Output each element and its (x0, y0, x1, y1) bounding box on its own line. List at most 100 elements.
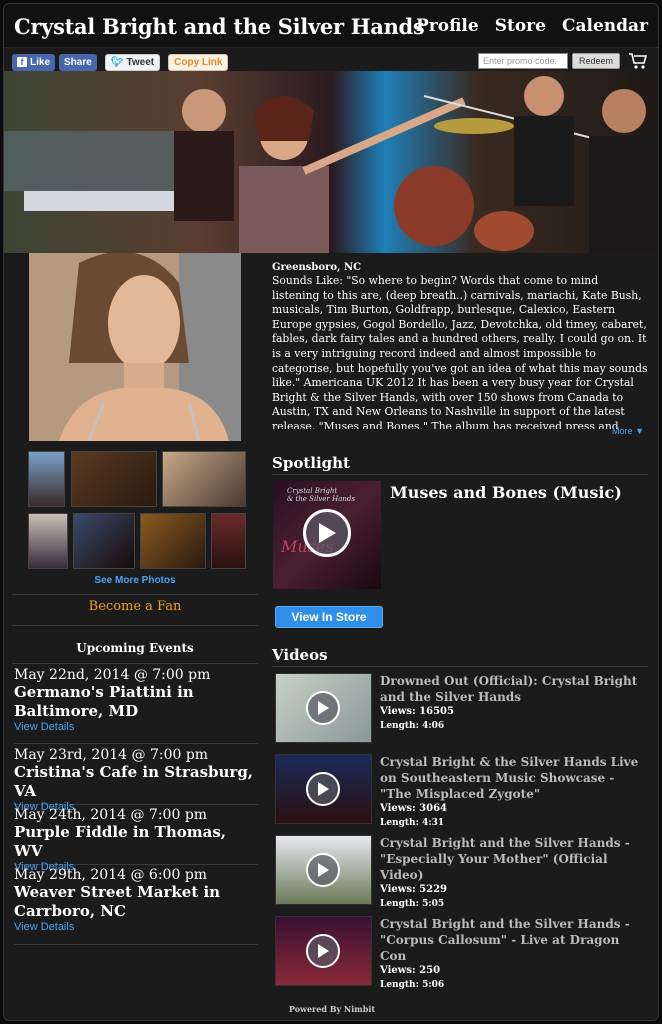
copy-link-button[interactable]: Copy Link (168, 53, 229, 71)
nav-calendar[interactable]: Calendar (562, 16, 648, 36)
event-item: May 24th, 2014 @ 7:00 pm Purple Fiddle i… (14, 807, 258, 873)
event-venue: Weaver Street Market in Carrboro, NC (14, 883, 221, 920)
main-content: Greensboro, NC Sounds Like: "So where to… (272, 262, 648, 990)
video-length: Length: 4:06 (380, 719, 646, 733)
video-length: Length: 4:31 (380, 816, 646, 830)
facebook-icon: f (17, 57, 27, 67)
photo-thumbnail[interactable] (140, 513, 206, 569)
event-venue: Purple Fiddle in Thomas, WV (14, 823, 226, 860)
cover-line: Crystal Bright (287, 487, 338, 495)
video-title[interactable]: Drowned Out (Official): Crystal Bright a… (380, 673, 646, 733)
event-venue: Cristina's Cafe in Strasburg, VA (14, 763, 254, 800)
event-date: May 22nd, 2014 @ 7:00 pm (14, 667, 211, 683)
length-value: 5:05 (422, 899, 445, 909)
twitter-bird-icon: 🐦︎ (110, 56, 124, 68)
nav-profile[interactable]: Profile (416, 16, 479, 36)
triangle-down-icon: ▼ (635, 426, 644, 436)
see-more-photos-link[interactable]: See More Photos (12, 575, 258, 586)
spotlight-album-cover[interactable]: Crystal Bright& the Silver Hands Muses (273, 481, 381, 589)
facebook-share-button[interactable]: Share (59, 53, 97, 71)
main-nav: Profile Store Calendar (416, 16, 648, 36)
play-icon[interactable] (306, 853, 340, 887)
length-label: Length: (380, 899, 419, 909)
event-date: May 23rd, 2014 @ 7:00 pm (14, 747, 209, 763)
video-item: Drowned Out (Official): Crystal Bright a… (272, 673, 648, 747)
video-item: Crystal Bright and the Silver Hands - "C… (272, 916, 648, 990)
view-details-link[interactable]: View Details (14, 921, 258, 933)
view-in-store-button[interactable]: View In Store (275, 606, 383, 628)
video-title[interactable]: Crystal Bright and the Silver Hands - "C… (380, 916, 646, 992)
spotlight-heading: Spotlight (272, 454, 648, 475)
video-title[interactable]: Crystal Bright & the Silver Hands Live o… (380, 754, 646, 830)
redeem-button[interactable]: Redeem (572, 53, 620, 69)
event-item: May 29th, 2014 @ 6:00 pm Weaver Street M… (14, 867, 258, 945)
video-title-text: Crystal Bright & the Silver Hands Live o… (380, 755, 639, 801)
videos-heading: Videos (272, 646, 648, 667)
cart-icon[interactable] (628, 51, 648, 71)
photo-thumbnail[interactable] (28, 451, 65, 507)
length-label: Length: (380, 980, 419, 990)
views-label: Views: (380, 884, 416, 895)
video-title-text: Crystal Bright and the Silver Hands - "C… (380, 917, 630, 963)
photo-thumbnail[interactable] (211, 513, 246, 569)
play-icon[interactable] (306, 934, 340, 968)
views-count: 5229 (419, 884, 448, 895)
video-thumbnail[interactable] (275, 835, 372, 905)
video-length: Length: 5:06 (380, 978, 646, 992)
video-thumbnail[interactable] (275, 673, 372, 743)
spotlight-title[interactable]: Muses and Bones (Music) (390, 483, 622, 502)
photo-thumbnail[interactable] (162, 451, 246, 507)
photo-thumbnail[interactable] (28, 513, 68, 569)
promo-code-input[interactable]: Enter promo code. (478, 53, 568, 69)
powered-by-footer[interactable]: Powered By Nimbit (4, 1004, 658, 1014)
length-label: Length: (380, 721, 419, 731)
event-date: May 24th, 2014 @ 7:00 pm (14, 807, 208, 823)
video-views: Views: 5229 (380, 883, 646, 897)
like-label: Like (30, 56, 51, 68)
length-value: 4:06 (422, 721, 445, 731)
video-title[interactable]: Crystal Bright and the Silver Hands - "E… (380, 835, 646, 911)
video-length: Length: 5:05 (380, 897, 646, 911)
cover-line: & the Silver Hands (287, 495, 355, 503)
length-value: 4:31 (422, 818, 445, 828)
play-icon[interactable] (303, 509, 351, 557)
play-icon[interactable] (306, 691, 340, 725)
event-venue: Germano's Piattini in Baltimore, MD (14, 683, 194, 720)
video-thumbnail[interactable] (275, 754, 372, 824)
video-views: Views: 3064 (380, 802, 646, 816)
event-date: May 29th, 2014 @ 6:00 pm (14, 867, 208, 883)
nav-store[interactable]: Store (495, 16, 546, 36)
views-label: Views: (380, 965, 416, 976)
photo-thumbnail[interactable] (73, 513, 135, 569)
view-details-link[interactable]: View Details (14, 721, 258, 733)
video-views: Views: 16505 (380, 705, 646, 719)
artist-location: Greensboro, NC (272, 262, 362, 273)
tweet-label: Tweet (126, 56, 155, 68)
views-count: 16505 (419, 706, 454, 717)
views-label: Views: (380, 706, 416, 717)
artist-bio: Sounds Like: "So where to begin? Words t… (272, 274, 648, 429)
length-value: 5:06 (422, 980, 445, 990)
more-link[interactable]: More ▼ (612, 426, 644, 436)
video-title-text: Drowned Out (Official): Crystal Bright a… (380, 674, 638, 704)
band-hero-photo (4, 71, 658, 253)
divider (12, 625, 258, 626)
length-label: Length: (380, 818, 419, 828)
become-fan-link[interactable]: Become a Fan (12, 599, 258, 614)
photo-thumbnail[interactable] (71, 451, 157, 507)
facebook-like-button[interactable]: f Like (12, 53, 56, 71)
event-item: May 23rd, 2014 @ 7:00 pm Cristina's Cafe… (14, 747, 258, 813)
video-item: Crystal Bright & the Silver Hands Live o… (272, 754, 648, 828)
artist-title: Crystal Bright and the Silver Hands (14, 14, 425, 39)
artist-portrait (29, 253, 241, 441)
header: Crystal Bright and the Silver Hands Prof… (4, 4, 658, 48)
video-thumbnail[interactable] (275, 916, 372, 986)
event-item: May 22nd, 2014 @ 7:00 pm Germano's Piatt… (14, 667, 258, 744)
play-icon[interactable] (306, 772, 340, 806)
more-label: More (612, 426, 633, 436)
video-title-text: Crystal Bright and the Silver Hands - "E… (380, 836, 630, 882)
upcoming-events-heading: Upcoming Events (76, 641, 194, 655)
views-label: Views: (380, 803, 416, 814)
views-count: 3064 (419, 803, 448, 814)
tweet-button[interactable]: 🐦︎ Tweet (104, 53, 161, 71)
